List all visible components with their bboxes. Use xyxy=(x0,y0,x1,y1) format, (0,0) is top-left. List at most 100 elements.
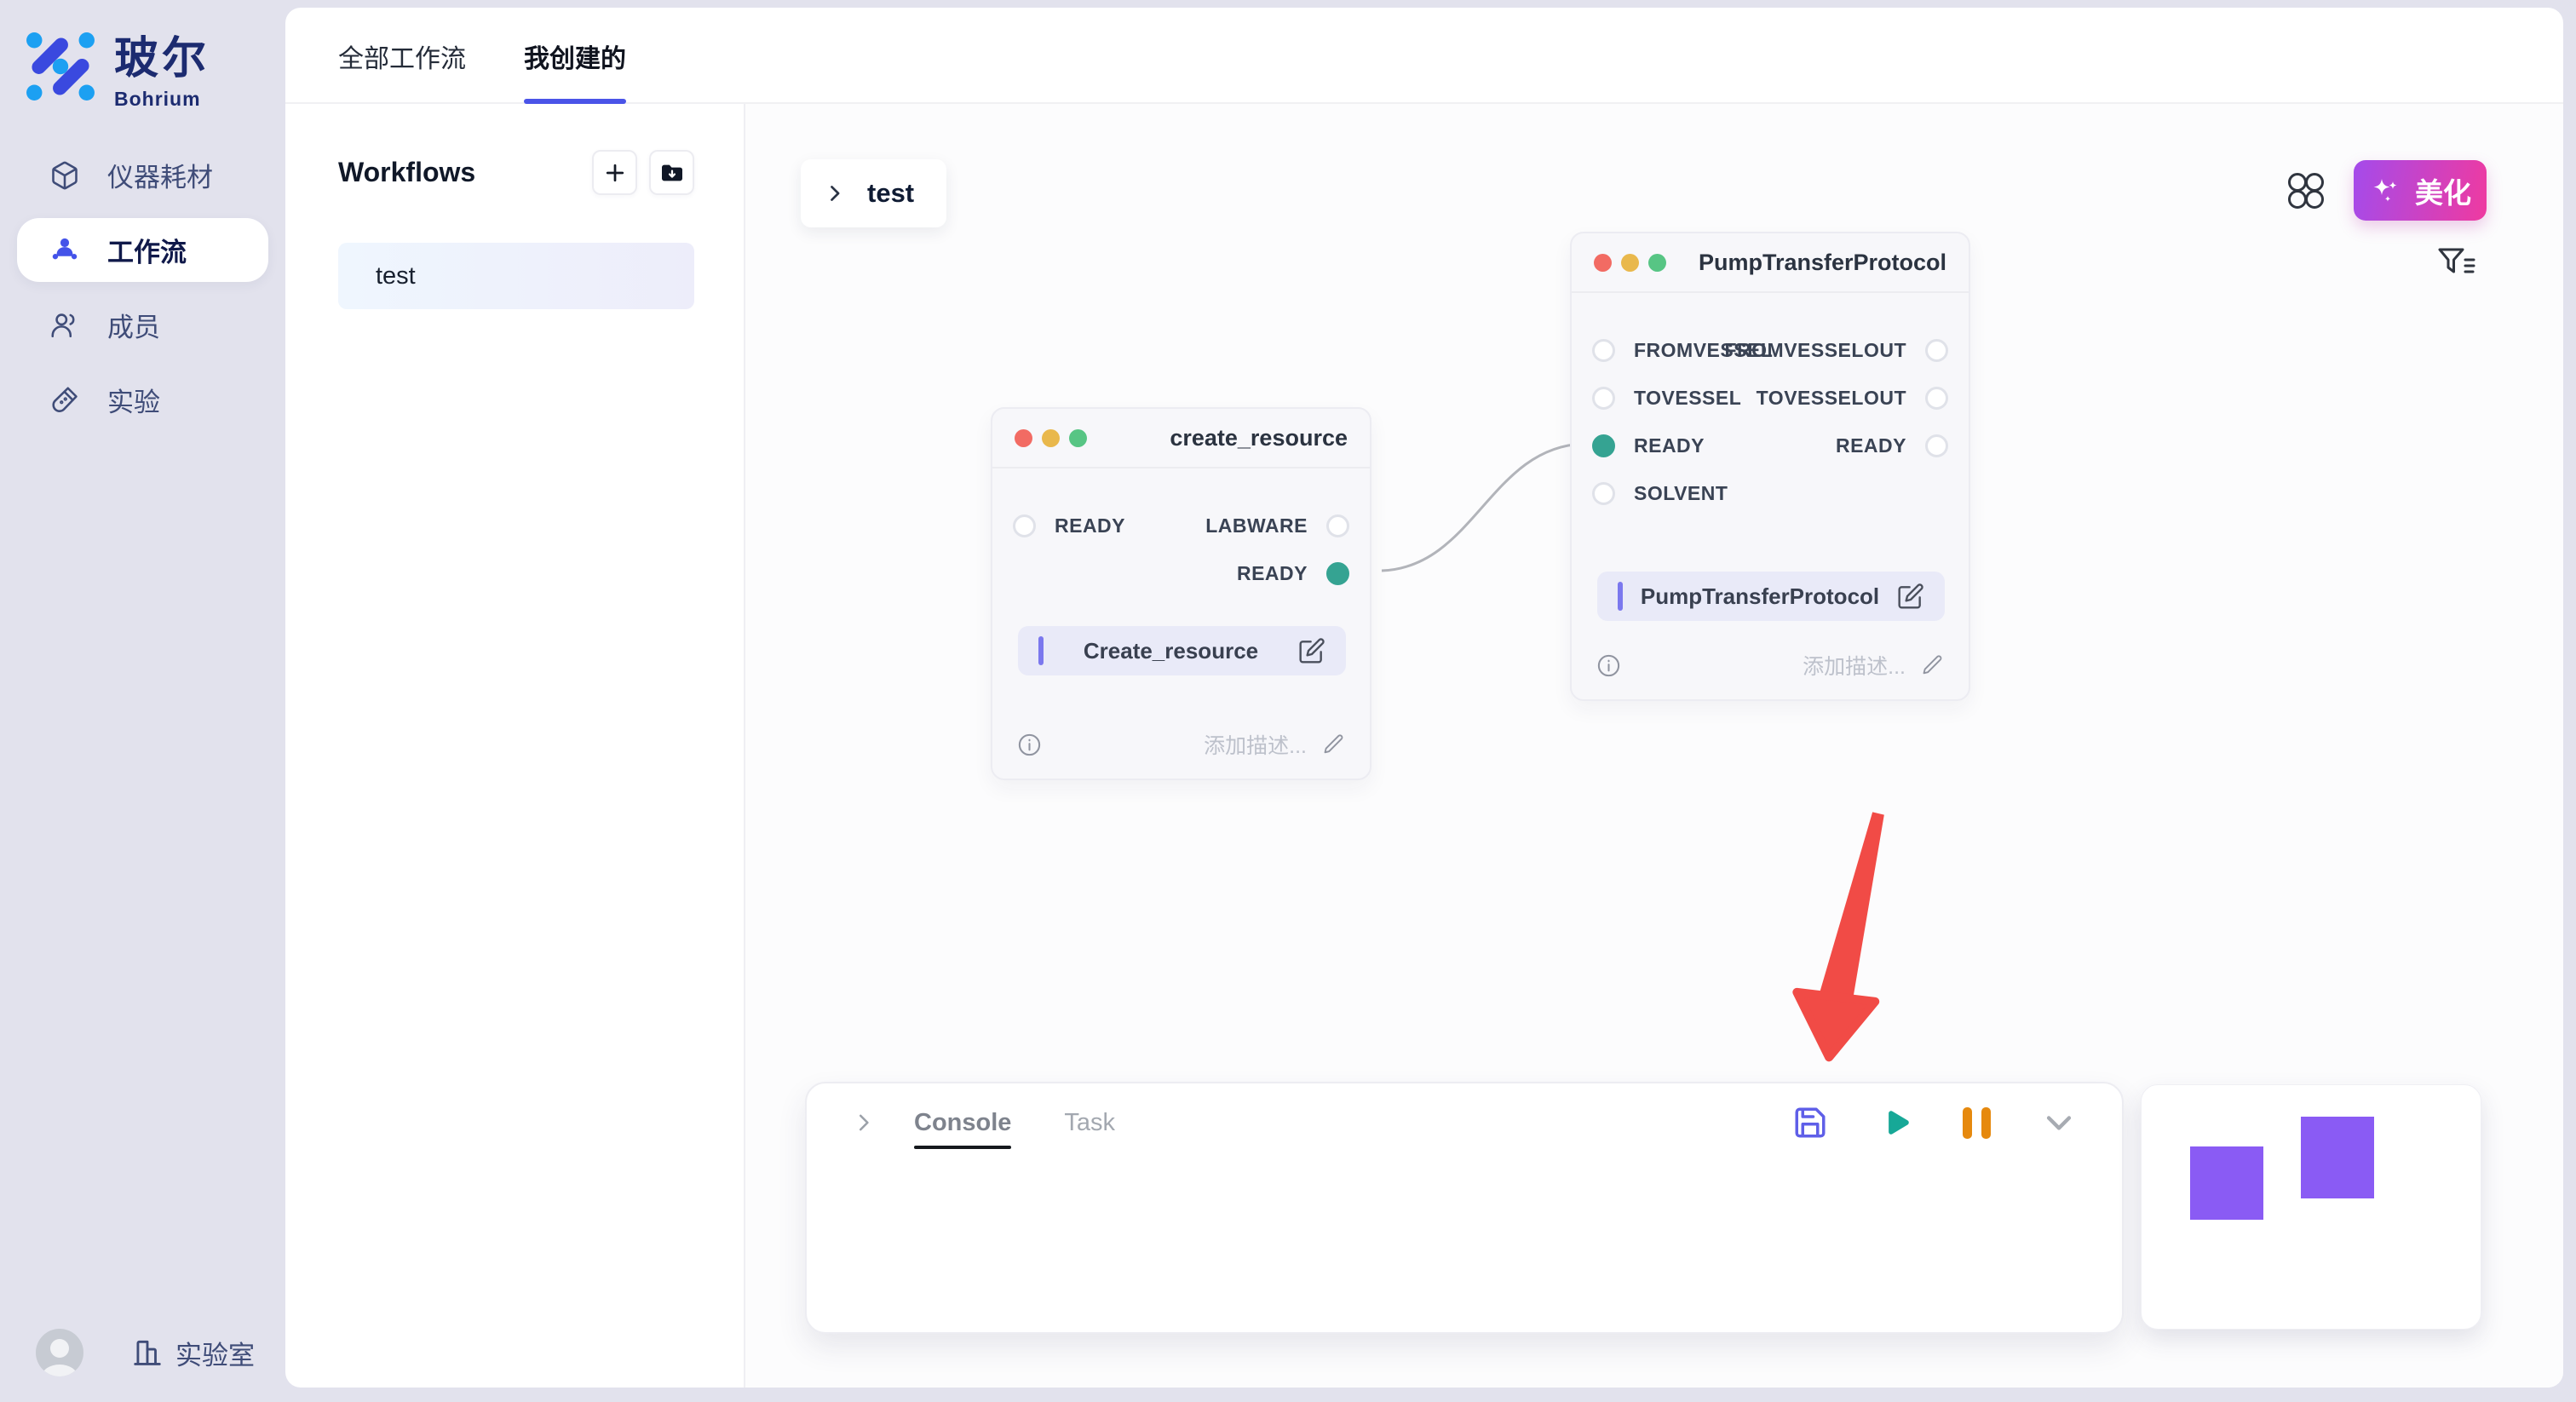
import-workflow-button[interactable] xyxy=(649,150,694,195)
port-label: LABWARE xyxy=(1205,514,1308,537)
traffic-dot-green[interactable] xyxy=(1069,429,1087,447)
sidebar-item-workflow[interactable]: 工作流 xyxy=(17,218,268,282)
edit-icon[interactable] xyxy=(1298,637,1325,664)
output-port-fromvesselout[interactable]: FROMVESSELOUT xyxy=(1724,338,1948,362)
workflow-canvas[interactable]: test 美化 xyxy=(745,104,2563,1388)
lab-selector[interactable]: 实验室 xyxy=(131,1334,255,1372)
output-port-labware[interactable]: LABWARE xyxy=(1205,514,1349,537)
port-label: READY xyxy=(1237,562,1308,585)
traffic-dot-yellow[interactable] xyxy=(1621,254,1639,272)
input-port-ready[interactable]: READY xyxy=(1592,434,1705,457)
sidebar-item-instruments[interactable]: 仪器耗材 xyxy=(17,143,268,207)
port-circle-connected[interactable] xyxy=(1592,434,1615,457)
input-port-tovessel[interactable]: TOVESSEL xyxy=(1592,386,1741,410)
auto-layout-button[interactable] xyxy=(2286,170,2326,211)
sidebar-item-experiments[interactable]: 实验 xyxy=(17,368,268,432)
minimap-node-create-resource xyxy=(2190,1146,2263,1220)
port-circle[interactable] xyxy=(1925,434,1948,457)
folder-download-icon xyxy=(658,159,686,187)
port-circle[interactable] xyxy=(1592,387,1615,410)
sidebar-nav: 仪器耗材 工作流 成员 xyxy=(17,143,268,432)
workflows-panel: Workflows xyxy=(285,104,745,1388)
workflows-panel-title: Workflows xyxy=(338,157,475,188)
main-content-card: 全部工作流 我创建的 Workflows xyxy=(285,8,2563,1388)
avatar[interactable] xyxy=(36,1329,83,1376)
tab-console[interactable]: Console xyxy=(914,1109,1011,1137)
save-icon[interactable] xyxy=(1792,1105,1828,1141)
input-port-ready[interactable]: READY xyxy=(1013,514,1125,537)
logo-title: 玻尔 xyxy=(114,22,210,86)
port-label: READY xyxy=(1634,434,1705,457)
chevron-right-icon xyxy=(823,181,847,205)
filter-button[interactable] xyxy=(2436,245,2477,283)
info-icon[interactable] xyxy=(1016,732,1043,758)
pencil-icon[interactable] xyxy=(1921,653,1945,677)
bohrium-logo-icon xyxy=(26,32,95,101)
beautify-button[interactable]: 美化 xyxy=(2354,160,2487,221)
breadcrumb[interactable]: test xyxy=(801,159,946,227)
port-label: TOVESSELOUT xyxy=(1757,387,1906,410)
add-workflow-button[interactable] xyxy=(592,150,637,195)
filter-funnel-icon xyxy=(2436,245,2477,283)
traffic-dot-red[interactable] xyxy=(1594,254,1612,272)
console-panel: Console Task xyxy=(805,1082,2124,1334)
sidebar-footer: 实验室 xyxy=(36,1329,255,1376)
output-port-ready[interactable]: READY xyxy=(1836,434,1948,457)
traffic-dot-red[interactable] xyxy=(1015,429,1032,447)
workflow-tabs: 全部工作流 我创建的 xyxy=(285,8,2563,104)
collapse-chevron-icon[interactable] xyxy=(851,1110,877,1135)
sidebar-item-label: 成员 xyxy=(107,306,160,344)
port-circle[interactable] xyxy=(1925,339,1948,362)
lab-label: 实验室 xyxy=(175,1334,255,1372)
info-icon[interactable] xyxy=(1596,652,1622,679)
node-title: PumpTransferProtocol xyxy=(1699,250,1946,276)
tab-all-workflows[interactable]: 全部工作流 xyxy=(338,37,466,102)
minimap[interactable] xyxy=(2141,1084,2481,1330)
clover-icon xyxy=(2286,171,2326,210)
output-port-ready[interactable]: READY xyxy=(1237,561,1349,585)
box-icon xyxy=(49,160,80,191)
port-circle-connected[interactable] xyxy=(1326,562,1349,585)
workflow-list-item[interactable]: test xyxy=(338,243,694,309)
minimap-node-pump-transfer xyxy=(2301,1117,2374,1198)
node-action-pill[interactable]: Create_resource xyxy=(1018,626,1346,675)
beautify-label: 美化 xyxy=(2415,170,2471,211)
port-circle[interactable] xyxy=(1013,514,1036,537)
chevron-down-icon[interactable] xyxy=(2040,1104,2078,1141)
logo: 玻尔 Bohrium xyxy=(26,22,210,111)
edit-icon[interactable] xyxy=(1897,583,1924,610)
pencil-icon[interactable] xyxy=(1322,733,1346,756)
port-circle[interactable] xyxy=(1326,514,1349,537)
node-title: create_resource xyxy=(1170,425,1348,451)
port-circle[interactable] xyxy=(1592,482,1615,505)
node-action-pill[interactable]: PumpTransferProtocol xyxy=(1597,572,1945,621)
sidebar-item-label: 工作流 xyxy=(107,231,187,269)
pause-icon[interactable] xyxy=(1963,1107,1991,1139)
test-tube-icon xyxy=(49,385,80,416)
node-create-resource[interactable]: create_resource READY LABWARE READY Crea… xyxy=(991,407,1371,780)
traffic-dot-green[interactable] xyxy=(1648,254,1666,272)
building-icon xyxy=(131,1336,164,1369)
run-play-icon[interactable] xyxy=(1877,1105,1913,1141)
port-circle[interactable] xyxy=(1592,339,1615,362)
sidebar-item-members[interactable]: 成员 xyxy=(17,293,268,357)
port-label: SOLVENT xyxy=(1634,482,1728,505)
port-label: READY xyxy=(1836,434,1906,457)
traffic-dot-yellow[interactable] xyxy=(1042,429,1060,447)
port-label: TOVESSEL xyxy=(1634,387,1741,410)
port-circle[interactable] xyxy=(1925,387,1948,410)
node-pump-transfer-protocol[interactable]: PumpTransferProtocol FROMVESSEL TOVESSEL… xyxy=(1570,232,1970,701)
pill-label: Create_resource xyxy=(1044,638,1298,664)
input-port-solvent[interactable]: SOLVENT xyxy=(1592,481,1728,505)
node-header: create_resource xyxy=(992,409,1370,468)
port-label: READY xyxy=(1055,514,1125,537)
sparkles-icon xyxy=(2369,174,2403,208)
description-placeholder[interactable]: 添加描述... xyxy=(1803,650,1906,681)
tab-my-created[interactable]: 我创建的 xyxy=(524,37,626,102)
logo-subtitle: Bohrium xyxy=(114,88,210,111)
sidebar-item-label: 仪器耗材 xyxy=(107,156,213,194)
tab-task[interactable]: Task xyxy=(1064,1109,1115,1137)
pill-label: PumpTransferProtocol xyxy=(1623,583,1897,610)
description-placeholder[interactable]: 添加描述... xyxy=(1204,729,1307,760)
output-port-tovesselout[interactable]: TOVESSELOUT xyxy=(1757,386,1948,410)
